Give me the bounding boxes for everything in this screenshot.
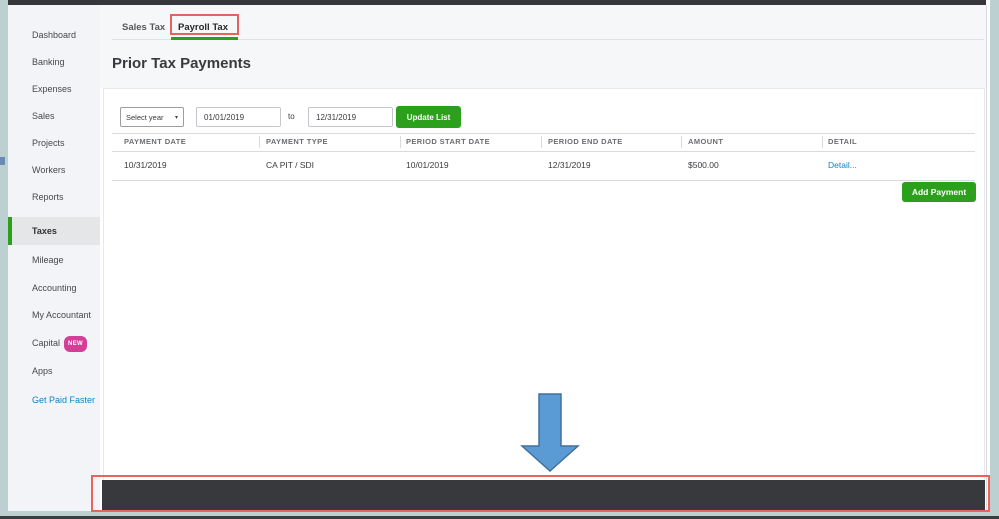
active-tab-underline [171, 37, 238, 40]
col-header-amount: AMOUNT [688, 137, 724, 146]
table-header-border [112, 151, 975, 152]
col-header-payment-type: PAYMENT TYPE [266, 137, 328, 146]
sidebar-item-dashboard[interactable]: Dashboard [8, 28, 100, 42]
left-edge-marker [0, 157, 5, 165]
to-label: to [288, 112, 295, 121]
cell-period-start-date: 10/01/2019 [406, 160, 449, 170]
detail-link[interactable]: Detail... [828, 160, 857, 170]
window-frame-left [0, 0, 8, 516]
sidebar-item-banking[interactable]: Banking [8, 55, 100, 69]
year-select-value: Select year [126, 112, 164, 122]
col-header-period-start-date: PERIOD START DATE [406, 137, 491, 146]
chevron-down-icon: ▾ [174, 114, 178, 121]
col-header-detail: DETAIL [828, 137, 857, 146]
window-frame-right [990, 0, 999, 516]
sidebar-item-apps[interactable]: Apps [8, 364, 100, 378]
add-payment-button[interactable]: Add Payment [902, 182, 976, 202]
sidebar-item-label: Capital [32, 338, 61, 348]
annotation-red-box-payroll-tab [170, 14, 239, 35]
sidebar-item-workers[interactable]: Workers [8, 163, 100, 177]
sidebar-item-accounting[interactable]: Accounting [8, 281, 100, 295]
update-list-button[interactable]: Update List [396, 106, 461, 128]
sidebar-item-taxes[interactable]: Taxes [8, 217, 100, 245]
cell-amount: $500.00 [688, 160, 719, 170]
tab-sales-tax[interactable]: Sales Tax [122, 22, 165, 33]
tab-bar-divider [112, 39, 984, 40]
column-divider [259, 136, 260, 148]
col-header-payment-date: PAYMENT DATE [124, 137, 187, 146]
app-window: Dashboard Banking Expenses Sales Project… [0, 0, 999, 519]
annotation-down-arrow [520, 393, 580, 473]
column-divider [681, 136, 682, 148]
annotation-red-box-bottom [91, 475, 990, 512]
sidebar-item-get-paid-faster[interactable]: Get Paid Faster [8, 393, 100, 407]
col-header-period-end-date: PERIOD END DATE [548, 137, 623, 146]
new-badge: NEW [64, 336, 87, 352]
start-date-input[interactable] [196, 107, 281, 127]
cell-payment-date: 10/31/2019 [124, 160, 167, 170]
sidebar-item-reports[interactable]: Reports [8, 190, 100, 204]
column-divider [400, 136, 401, 148]
cell-period-end-date: 12/31/2019 [548, 160, 591, 170]
sidebar-item-my-accountant[interactable]: My Accountant [8, 308, 100, 322]
sidebar-item-projects[interactable]: Projects [8, 136, 100, 150]
year-select-dropdown[interactable]: Select year ▾ [120, 107, 184, 127]
sidebar-item-capital[interactable]: Capital NEW [8, 336, 100, 352]
table-top-border [112, 133, 975, 134]
column-divider [822, 136, 823, 148]
sidebar-item-expenses[interactable]: Expenses [8, 82, 100, 96]
page-title: Prior Tax Payments [112, 55, 251, 72]
table-row-border [112, 180, 975, 181]
end-date-input[interactable] [308, 107, 393, 127]
cell-payment-type: CA PIT / SDI [266, 160, 315, 170]
sidebar-item-mileage[interactable]: Mileage [8, 253, 100, 267]
column-divider [541, 136, 542, 148]
sidebar: Dashboard Banking Expenses Sales Project… [8, 5, 100, 511]
scrollbar-track[interactable] [986, 5, 987, 511]
sidebar-item-sales[interactable]: Sales [8, 109, 100, 123]
